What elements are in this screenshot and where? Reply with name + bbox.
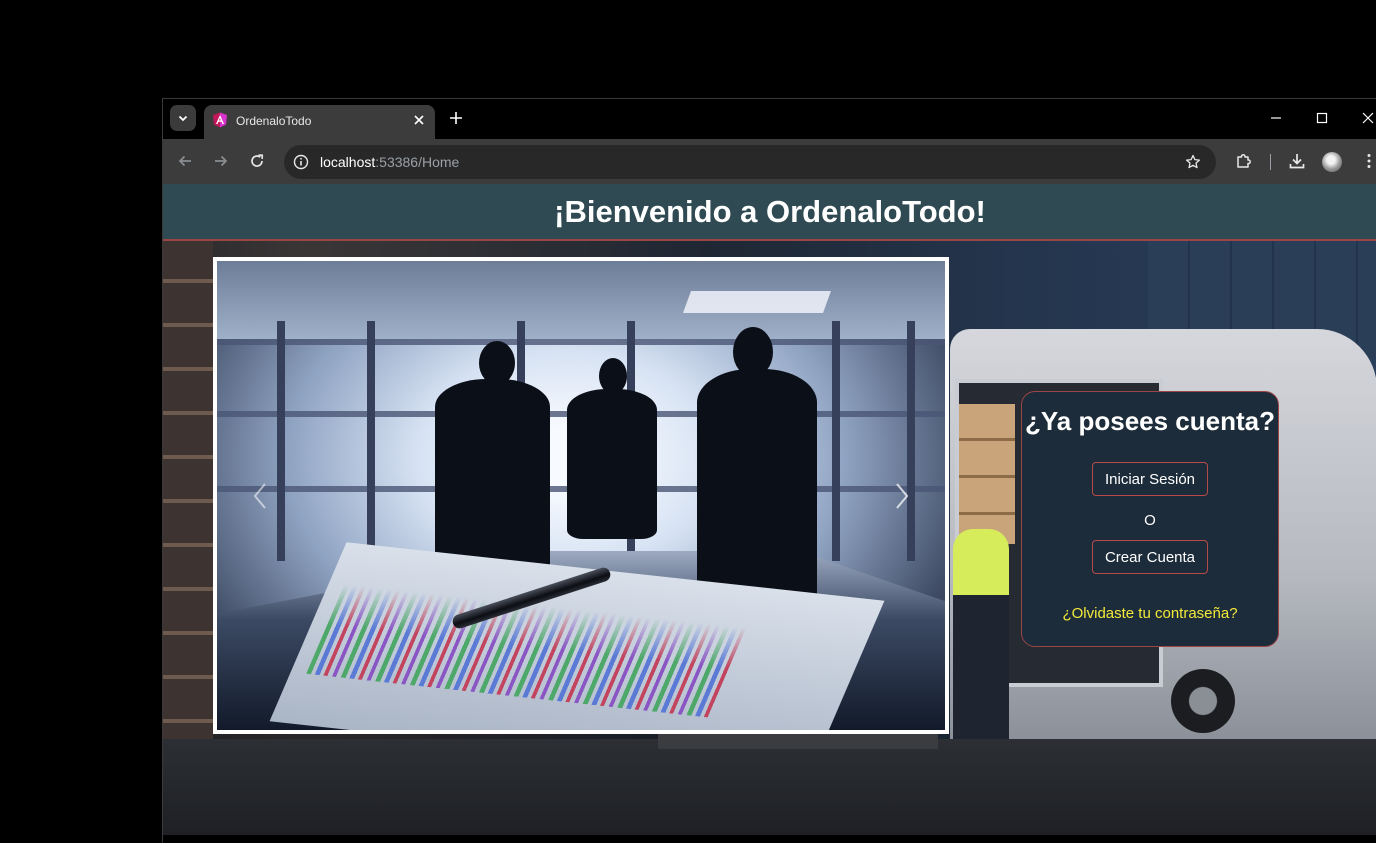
download-icon (1289, 154, 1305, 169)
arrow-left-icon (178, 155, 191, 167)
carousel-next-button[interactable] (887, 476, 917, 516)
extensions-button[interactable] (1230, 147, 1258, 175)
browser-toolbar: localhost:53386/Home (163, 139, 1376, 184)
bookmark-button[interactable] (1182, 151, 1204, 173)
star-icon (1185, 154, 1201, 169)
angular-icon (213, 112, 227, 128)
reload-button[interactable] (243, 147, 271, 175)
background-worker (953, 529, 1009, 749)
tab-close-button[interactable] (409, 110, 429, 130)
url-text: localhost:53386/Home (320, 154, 459, 170)
carousel-prev-button[interactable] (245, 476, 275, 516)
tab-title: OrdenaloTodo (236, 114, 312, 128)
photo-window-frame (367, 321, 375, 561)
photo-ceiling-light (682, 291, 832, 313)
photo-window-frame (277, 321, 285, 561)
tab-active[interactable]: OrdenaloTodo (204, 105, 435, 139)
url-host: localhost (320, 154, 376, 170)
downloads-button[interactable] (1283, 147, 1311, 175)
register-button[interactable]: Crear Cuenta (1091, 540, 1209, 574)
url-path: :53386/Home (375, 154, 460, 170)
address-bar[interactable]: localhost:53386/Home (284, 145, 1216, 179)
back-button[interactable] (171, 147, 199, 175)
background-shelves (163, 239, 213, 759)
or-separator-text: O (1144, 512, 1156, 529)
page-title: ¡Bienvenido a OrdenaloTodo! (554, 193, 986, 229)
plus-icon (450, 112, 462, 124)
info-icon (293, 154, 309, 170)
maximize-button[interactable] (1307, 105, 1337, 131)
close-icon (414, 115, 424, 125)
background-wheel (1171, 669, 1235, 733)
browser-window: OrdenaloTodo localhost:53386/Home ¡Bienv… (162, 98, 1376, 843)
forgot-password-link[interactable]: ¿Olvidaste tu contraseña? (1022, 605, 1278, 622)
window-close-button[interactable] (1353, 105, 1376, 131)
background-boxes (959, 404, 1015, 544)
maximize-icon (1316, 112, 1328, 124)
reload-icon (251, 154, 264, 167)
minimize-icon (1271, 117, 1281, 119)
profile-avatar[interactable] (1322, 152, 1342, 172)
minimize-button[interactable] (1261, 105, 1291, 131)
photo-person (697, 369, 817, 609)
close-icon (1362, 112, 1374, 124)
browser-menu-button[interactable] (1355, 147, 1376, 175)
chevron-right-icon (896, 483, 909, 509)
photo-window-frame (832, 321, 840, 561)
toolbar-separator (1270, 154, 1271, 170)
login-button[interactable]: Iniciar Sesión (1091, 462, 1209, 496)
puzzle-icon (1237, 154, 1251, 168)
photo-window-frame (907, 321, 915, 561)
background-floor (163, 739, 1376, 835)
image-carousel (213, 257, 949, 734)
kebab-icon (1367, 154, 1371, 168)
chevron-down-icon (178, 115, 188, 122)
site-info-button[interactable] (290, 151, 312, 173)
web-page: ¡Bienvenido a OrdenaloTodo! ¿Ya posees c… (163, 184, 1376, 835)
tab-search-button[interactable] (170, 105, 196, 131)
photo-person (567, 389, 657, 539)
page-header: ¡Bienvenido a OrdenaloTodo! (163, 184, 1376, 241)
photo-person (435, 379, 550, 579)
arrow-right-icon (215, 155, 228, 167)
login-card-title: ¿Ya posees cuenta? (1025, 406, 1275, 436)
login-card: ¿Ya posees cuenta? Iniciar Sesión O Crea… (1021, 391, 1279, 647)
new-tab-button[interactable] (445, 107, 467, 129)
chevron-left-icon (253, 483, 266, 509)
tab-strip: OrdenaloTodo (163, 99, 1376, 139)
forward-button[interactable] (207, 147, 235, 175)
